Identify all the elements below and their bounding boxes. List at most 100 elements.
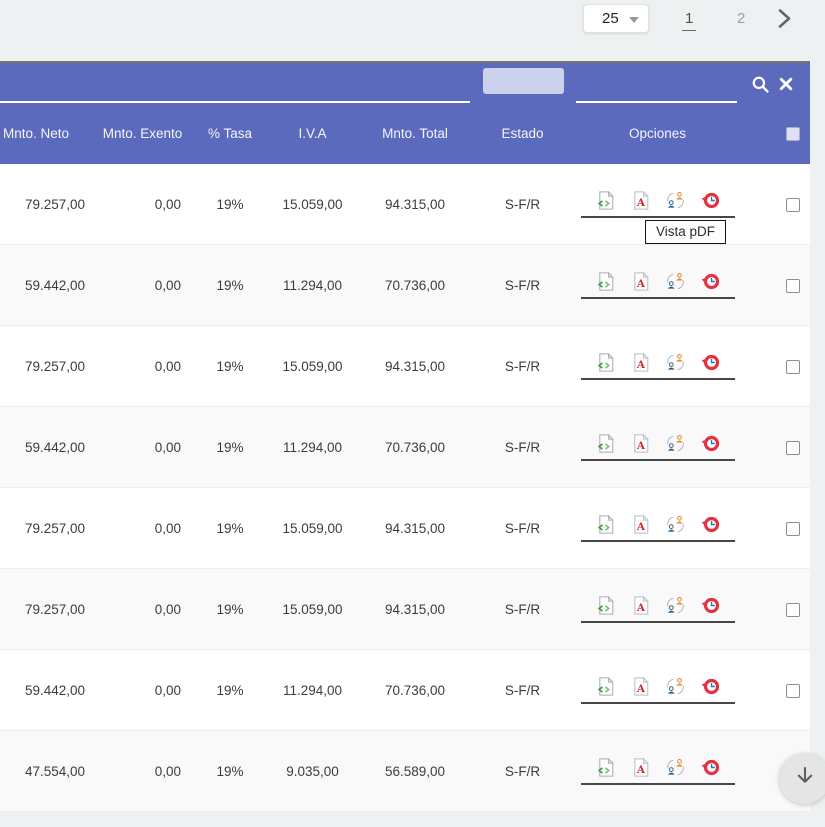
pdf-file-icon[interactable]: A [631,596,650,615]
pdf-file-icon[interactable]: A [631,434,650,453]
transfer-user-icon[interactable] [666,596,685,615]
estado-filter-input[interactable] [483,68,564,94]
history-icon[interactable] [701,515,720,534]
cell-iva: 9.035,00 [275,764,350,779]
row-options: A [581,515,735,542]
cell-mnto-exento: 0,00 [100,440,185,455]
cell-mnto-neto: 59.442,00 [0,683,100,698]
cell-opciones: A [565,353,750,380]
transfer-user-icon[interactable] [666,272,685,291]
row-options: A [581,677,735,704]
column-header-row: Mnto. Neto Mnto. Exento % Tasa I.V.A Mnt… [0,105,810,162]
history-icon[interactable] [701,434,720,453]
cell-mnto-total: 94.315,00 [350,602,480,617]
page-number-2[interactable]: 2 [734,10,748,30]
scroll-down-button[interactable] [779,753,825,804]
arrow-down-icon [793,764,817,793]
history-icon[interactable] [701,191,720,210]
history-icon[interactable] [701,758,720,777]
cell-iva: 11.294,00 [275,683,350,698]
page-number-1[interactable]: 1 [682,10,696,31]
cell-mnto-exento: 0,00 [100,764,185,779]
table-row: 59.442,00 0,00 19% 11.294,00 70.736,00 S… [0,407,810,488]
table-row: 47.554,00 0,00 19% 9.035,00 56.589,00 S-… [0,731,810,812]
transfer-user-icon[interactable] [666,191,685,210]
cell-tasa: 19% [185,440,275,455]
row-checkbox[interactable] [786,684,800,698]
cell-iva: 11.294,00 [275,278,350,293]
cell-iva: 15.059,00 [275,359,350,374]
cell-iva: 15.059,00 [275,521,350,536]
row-options: A [581,353,735,380]
select-all-checkbox[interactable] [786,127,800,141]
column-header-opciones: Opciones [565,126,750,141]
cell-mnto-neto: 59.442,00 [0,440,100,455]
pdf-file-icon[interactable]: A [631,272,650,291]
cell-mnto-total: 70.736,00 [350,683,480,698]
chevron-down-icon [629,10,639,28]
cell-iva: 11.294,00 [275,440,350,455]
history-icon[interactable] [701,596,720,615]
xml-file-icon[interactable] [596,758,615,777]
cell-mnto-exento: 0,00 [100,197,185,212]
cell-opciones: A [565,191,750,218]
cell-tasa: 19% [185,683,275,698]
cell-mnto-total: 94.315,00 [350,521,480,536]
xml-file-icon[interactable] [596,434,615,453]
row-checkbox[interactable] [786,279,800,293]
transfer-user-icon[interactable] [666,353,685,372]
cell-mnto-total: 56.589,00 [350,764,480,779]
row-checkbox[interactable] [786,441,800,455]
xml-file-icon[interactable] [596,596,615,615]
next-page-button[interactable] [774,7,794,35]
svg-text:A: A [636,764,646,776]
cell-iva: 15.059,00 [275,197,350,212]
tooltip: Vista pDF [645,220,726,244]
transfer-user-icon[interactable] [666,515,685,534]
table-row: 79.257,00 0,00 19% 15.059,00 94.315,00 S… [0,326,810,407]
transfer-user-icon[interactable] [666,758,685,777]
xml-file-icon[interactable] [596,272,615,291]
row-checkbox[interactable] [786,522,800,536]
history-icon[interactable] [701,353,720,372]
column-header-tasa: % Tasa [185,126,275,141]
page-size-select[interactable]: 25 [583,4,649,33]
transfer-user-icon[interactable] [666,677,685,696]
column-header-estado: Estado [480,126,565,141]
pdf-file-icon[interactable]: A [631,515,650,534]
table-row: 79.257,00 0,00 19% 15.059,00 94.315,00 S… [0,569,810,650]
column-header-iva: I.V.A [275,126,350,141]
pdf-file-icon[interactable]: A [631,758,650,777]
pdf-file-icon[interactable]: A [631,677,650,696]
row-checkbox[interactable] [786,603,800,617]
pdf-file-icon[interactable]: A [631,191,650,210]
invoice-table-panel: Mnto. Neto Mnto. Exento % Tasa I.V.A Mnt… [0,61,810,812]
xml-file-icon[interactable] [596,677,615,696]
xml-file-icon[interactable] [596,191,615,210]
row-options: A [581,758,735,785]
search-button[interactable] [751,75,770,94]
transfer-user-icon[interactable] [666,434,685,453]
cell-estado: S-F/R [480,521,565,536]
column-header-mnto-neto: Mnto. Neto [0,126,100,141]
cell-opciones: A [565,515,750,542]
filter-input-opciones[interactable] [576,101,737,103]
cell-mnto-total: 94.315,00 [350,197,480,212]
xml-file-icon[interactable] [596,515,615,534]
row-options: A [581,191,735,218]
cell-mnto-neto: 79.257,00 [0,521,100,536]
close-search-button[interactable] [779,77,793,91]
filter-input-amounts[interactable] [0,101,470,103]
history-icon[interactable] [701,272,720,291]
cell-mnto-total: 70.736,00 [350,278,480,293]
cell-estado: S-F/R [480,764,565,779]
cell-mnto-exento: 0,00 [100,359,185,374]
history-icon[interactable] [701,677,720,696]
row-checkbox[interactable] [786,360,800,374]
row-options: A [581,434,735,461]
pdf-file-icon[interactable]: A [631,353,650,372]
xml-file-icon[interactable] [596,353,615,372]
cell-opciones: A [565,434,750,461]
cell-tasa: 19% [185,602,275,617]
row-checkbox[interactable] [786,198,800,212]
